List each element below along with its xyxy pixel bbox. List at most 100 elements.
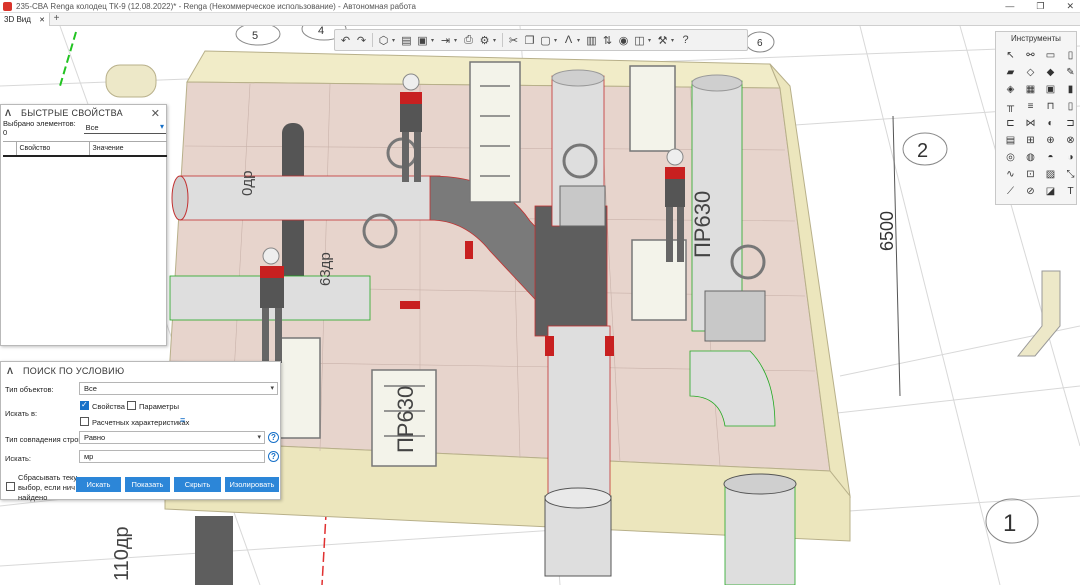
lamp-icon[interactable]: ◍ — [1022, 150, 1039, 165]
cut-icon[interactable]: ✂ — [506, 33, 521, 48]
switch-icon[interactable]: ◑ — [1062, 150, 1079, 165]
save-icon[interactable]: ▣ — [415, 33, 430, 48]
export-icon[interactable]: ⇥ — [438, 33, 453, 48]
isolate-button[interactable]: Изолировать — [225, 477, 279, 492]
renga-logo-icon[interactable]: Ʌ — [561, 33, 576, 48]
chevron-down-icon[interactable]: ▾ — [554, 37, 560, 44]
tools-panel-title: Инструменты — [1011, 34, 1061, 43]
reset-selection-checkbox[interactable] — [6, 482, 15, 491]
fitting-icon[interactable]: ⊓ — [1042, 99, 1059, 114]
show-button[interactable]: Показать — [125, 477, 170, 492]
tab-label: 3D Вид — [4, 15, 31, 24]
route-icon[interactable]: ⤡ — [1062, 167, 1079, 182]
tab-bar: 3D Вид ✕ + — [0, 13, 1080, 26]
valve-icon[interactable]: ⋈ — [1022, 116, 1039, 131]
chevron-down-icon[interactable]: ▾ — [454, 37, 460, 44]
help-icon[interactable]: ? — [678, 33, 693, 48]
calculated-checkbox[interactable] — [80, 417, 89, 426]
pipe-icon[interactable]: ⊏ — [1002, 116, 1019, 131]
cable-icon[interactable]: ∿ — [1002, 167, 1019, 182]
print-icon[interactable]: ⎙ — [461, 33, 476, 48]
table-header-blank — [3, 141, 17, 157]
add-tab-button[interactable]: + — [50, 13, 63, 26]
select-cursor-icon[interactable]: ↖ — [1002, 48, 1019, 63]
tab-close-icon[interactable]: ✕ — [39, 17, 45, 24]
window-icon[interactable]: ▮ — [1062, 82, 1079, 97]
dimension-icon[interactable]: ⟋ — [1002, 184, 1019, 199]
undo-icon[interactable]: ↶ — [338, 33, 353, 48]
settings-gear-icon[interactable]: ⚙ — [477, 33, 492, 48]
redo-icon[interactable]: ↷ — [354, 33, 369, 48]
quick-properties-panel: Ʌ БЫСТРЫЕ СВОЙСТВА ✕ Выбрано элементов: … — [0, 104, 167, 346]
grid-bubble-label: 4 — [318, 26, 324, 37]
pump-icon[interactable]: ◐ — [1042, 116, 1059, 131]
slab-icon[interactable]: ◇ — [1022, 65, 1039, 80]
dimension-line — [892, 115, 901, 397]
chevron-down-icon[interactable]: ▾ — [392, 37, 398, 44]
renga-logo-icon: Ʌ — [5, 108, 12, 118]
chevron-down-icon[interactable]: ▾ — [493, 37, 499, 44]
paste-icon[interactable]: ▢ — [538, 33, 553, 48]
rectangle-icon[interactable]: ▭ — [1042, 48, 1059, 63]
search-button[interactable]: Искать — [76, 477, 121, 492]
tray-icon[interactable]: ⊡ — [1022, 167, 1039, 182]
reset-selection-line: выбор, если нич — [18, 483, 75, 492]
pencil-icon[interactable]: ✎ — [1062, 65, 1079, 80]
electric-icon[interactable]: ⊗ — [1062, 133, 1079, 148]
chevron-down-icon[interactable]: ▾ — [671, 37, 677, 44]
pipe-connect-icon[interactable]: ⚯ — [1022, 48, 1039, 63]
socket-icon[interactable]: ◓ — [1042, 150, 1059, 165]
chevron-down-icon[interactable]: ▾ — [577, 37, 583, 44]
panel-icon[interactable]: ▨ — [1042, 167, 1059, 182]
column-header-property[interactable]: Свойство — [16, 141, 90, 157]
search-input[interactable]: мр — [79, 450, 265, 463]
object-type-value: Все — [84, 384, 97, 393]
wall-icon[interactable]: ▦ — [1022, 82, 1039, 97]
equipment-icon[interactable]: ▣ — [1042, 82, 1059, 97]
minimize-button[interactable]: — — [1005, 0, 1014, 13]
pipe-label-pr630-left: ПР630 — [393, 386, 418, 453]
open-folder-icon[interactable]: ▤ — [399, 33, 414, 48]
close-icon[interactable]: ✕ — [151, 107, 160, 120]
light-icon[interactable]: ◎ — [1002, 150, 1019, 165]
level-icon[interactable]: ⊘ — [1022, 184, 1039, 199]
tag-icon[interactable]: ◪ — [1042, 184, 1059, 199]
pipe-label-pr630-right: ПР630 — [690, 191, 715, 258]
text-icon[interactable]: T — [1062, 184, 1079, 199]
chevron-down-icon[interactable]: ▾ — [648, 37, 654, 44]
parameters-checkbox[interactable] — [127, 401, 136, 410]
column-icon[interactable]: ▯ — [1062, 48, 1079, 63]
match-type-select[interactable]: Равно ▾ — [79, 431, 265, 444]
close-button[interactable]: ✕ — [1066, 0, 1074, 13]
plumbing-icon[interactable]: ⊕ — [1042, 133, 1059, 148]
visibility-eye-icon[interactable]: ◉ — [616, 33, 631, 48]
duct-fitting-icon[interactable]: ⊐ — [1062, 116, 1079, 131]
hide-button[interactable]: Скрыть — [174, 477, 221, 492]
object-type-select[interactable]: Все ▾ — [79, 382, 278, 395]
column-header-value[interactable]: Значение — [89, 141, 167, 157]
railing-icon[interactable]: ╥ — [1002, 99, 1019, 114]
help-icon[interactable]: ? — [268, 432, 279, 443]
list-filter-icon[interactable]: ≡ — [180, 415, 185, 425]
tab-3d-view[interactable]: 3D Вид ✕ — [0, 13, 51, 26]
copy-icon[interactable]: ❐ — [522, 33, 537, 48]
grid-tool-icon[interactable]: ⊞ — [1022, 133, 1039, 148]
roof-icon[interactable]: ◆ — [1042, 65, 1059, 80]
layers-icon[interactable]: ▥ — [584, 33, 599, 48]
maximize-button[interactable]: ❐ — [1036, 0, 1044, 13]
help-icon[interactable]: ? — [268, 451, 279, 462]
reset-selection-line: найдено — [18, 493, 48, 502]
pipe-end — [551, 69, 605, 87]
sync-icon[interactable]: ⇅ — [600, 33, 615, 48]
tank-icon[interactable]: ▯ — [1062, 99, 1079, 114]
cube-view-icon[interactable]: ⬡ — [376, 33, 391, 48]
stair-icon[interactable]: ≡ — [1022, 99, 1039, 114]
view-cube-icon[interactable]: ◫ — [632, 33, 647, 48]
properties-checkbox[interactable] — [80, 400, 89, 410]
selection-filter-select[interactable]: Все — [83, 122, 166, 134]
beam-icon[interactable]: ▰ — [1002, 65, 1019, 80]
wrench-icon[interactable]: ⚒ — [655, 33, 670, 48]
accessory-icon[interactable]: ▤ — [1002, 133, 1019, 148]
chevron-down-icon[interactable]: ▾ — [431, 37, 437, 44]
duct-icon[interactable]: ◈ — [1002, 82, 1019, 97]
